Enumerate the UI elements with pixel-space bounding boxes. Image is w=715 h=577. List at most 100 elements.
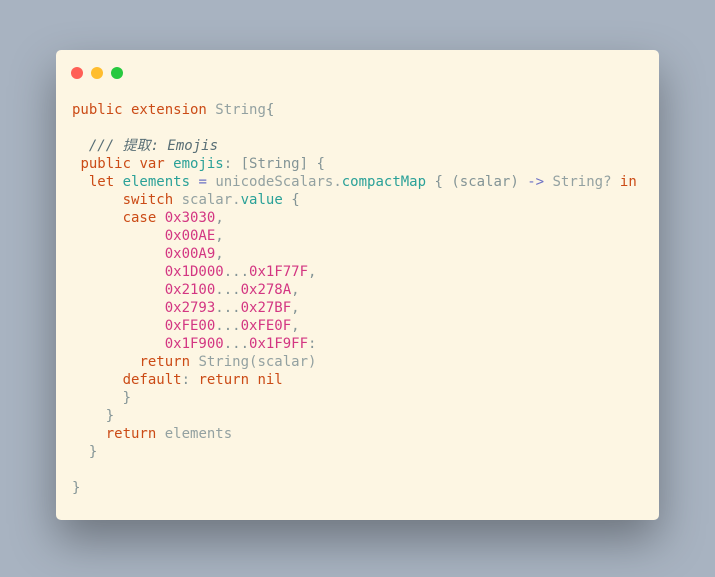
code-token: { <box>265 102 275 118</box>
code-token: ... <box>223 264 250 280</box>
code-block: public extension String{ /// 提取: Emojis … <box>72 101 637 497</box>
code-line: } <box>72 407 637 425</box>
code-token: 0x1F9FF <box>249 336 309 352</box>
code-token: 0x3030 <box>164 210 216 226</box>
code-token: } <box>72 408 115 424</box>
zoom-button[interactable] <box>111 67 123 79</box>
code-window: public extension String{ /// 提取: Emojis … <box>56 50 659 520</box>
code-token: return nil <box>198 372 283 388</box>
code-line: 0x1D000...0x1F77F, <box>72 263 637 281</box>
close-button[interactable] <box>71 67 83 79</box>
code-token: 0x2793 <box>164 300 216 316</box>
code-token: String <box>215 102 266 118</box>
code-line: 0x2793...0x27BF, <box>72 299 637 317</box>
minimize-button[interactable] <box>91 67 103 79</box>
code-token: 0x00AE <box>164 228 216 244</box>
code-line: return String(scalar) <box>72 353 637 371</box>
code-token: ... <box>215 300 241 316</box>
code-token: scalar. <box>181 192 241 208</box>
code-token: 0x1D000 <box>164 264 224 280</box>
window-controls <box>71 67 123 79</box>
code-token: , <box>291 282 300 298</box>
code-token: , <box>308 264 317 280</box>
code-token: unicodeScalars. <box>215 174 342 190</box>
code-token: { (scalar) <box>426 174 528 190</box>
code-token: return <box>105 426 165 442</box>
code-token: , <box>291 300 300 316</box>
code-line: public var emojis: [String] { <box>72 155 637 173</box>
code-line: } <box>72 443 637 461</box>
code-token: 0x00A9 <box>164 246 216 262</box>
code-token: case <box>122 210 165 226</box>
code-line: /// 提取: Emojis <box>72 137 637 155</box>
code-token: -> <box>527 174 545 190</box>
code-token: compactMap <box>341 174 427 190</box>
code-token: , <box>215 228 224 244</box>
code-token: 0x1F900 <box>164 336 224 352</box>
code-token: default <box>122 372 182 388</box>
code-token: = <box>190 174 216 190</box>
code-token: } <box>72 390 132 406</box>
code-token: let <box>88 174 123 190</box>
code-token: , <box>291 318 300 334</box>
code-line: case 0x3030, <box>72 209 637 227</box>
code-token: } <box>72 480 81 496</box>
code-line: return elements <box>72 425 637 443</box>
code-line: public extension String{ <box>72 101 637 119</box>
code-token: ... <box>215 318 241 334</box>
code-line: switch scalar.value { <box>72 191 637 209</box>
code-token: public var <box>80 156 174 172</box>
code-token: { <box>282 192 300 208</box>
code-token: String(scalar) <box>198 354 317 370</box>
code-token: ... <box>215 282 241 298</box>
code-line: 0x1F900...0x1F9FF: <box>72 335 637 353</box>
code-line: default: return nil <box>72 371 637 389</box>
code-line: 0x00A9, <box>72 245 637 263</box>
code-token: } <box>72 444 98 460</box>
code-token: /// 提取: Emojis <box>88 138 219 154</box>
code-line: } <box>72 479 637 497</box>
code-token: 0x2100 <box>164 282 216 298</box>
code-token: : [String] { <box>223 156 325 172</box>
code-token: String? <box>544 174 620 190</box>
code-token: 0xFE00 <box>164 318 216 334</box>
code-token: elements <box>122 174 191 190</box>
code-line: 0x2100...0x278A, <box>72 281 637 299</box>
code-token: elements <box>164 426 233 442</box>
code-token: 0x278A <box>240 282 292 298</box>
code-token: in <box>619 174 637 190</box>
code-token: , <box>215 210 224 226</box>
code-line: let elements = unicodeScalars.compactMap… <box>72 173 637 191</box>
code-token: value <box>240 192 283 208</box>
code-line: 0xFE00...0xFE0F, <box>72 317 637 335</box>
code-line: 0x00AE, <box>72 227 637 245</box>
code-token: emojis <box>173 156 224 172</box>
code-token: 0xFE0F <box>240 318 292 334</box>
code-token: public extension <box>72 102 216 118</box>
code-token: : <box>181 372 199 388</box>
code-token: , <box>215 246 224 262</box>
code-line: } <box>72 389 637 407</box>
code-token: : <box>308 336 317 352</box>
code-token: return <box>139 354 199 370</box>
code-token: 0x27BF <box>240 300 292 316</box>
code-token: 0x1F77F <box>249 264 309 280</box>
code-token: switch <box>122 192 182 208</box>
code-token: ... <box>223 336 250 352</box>
